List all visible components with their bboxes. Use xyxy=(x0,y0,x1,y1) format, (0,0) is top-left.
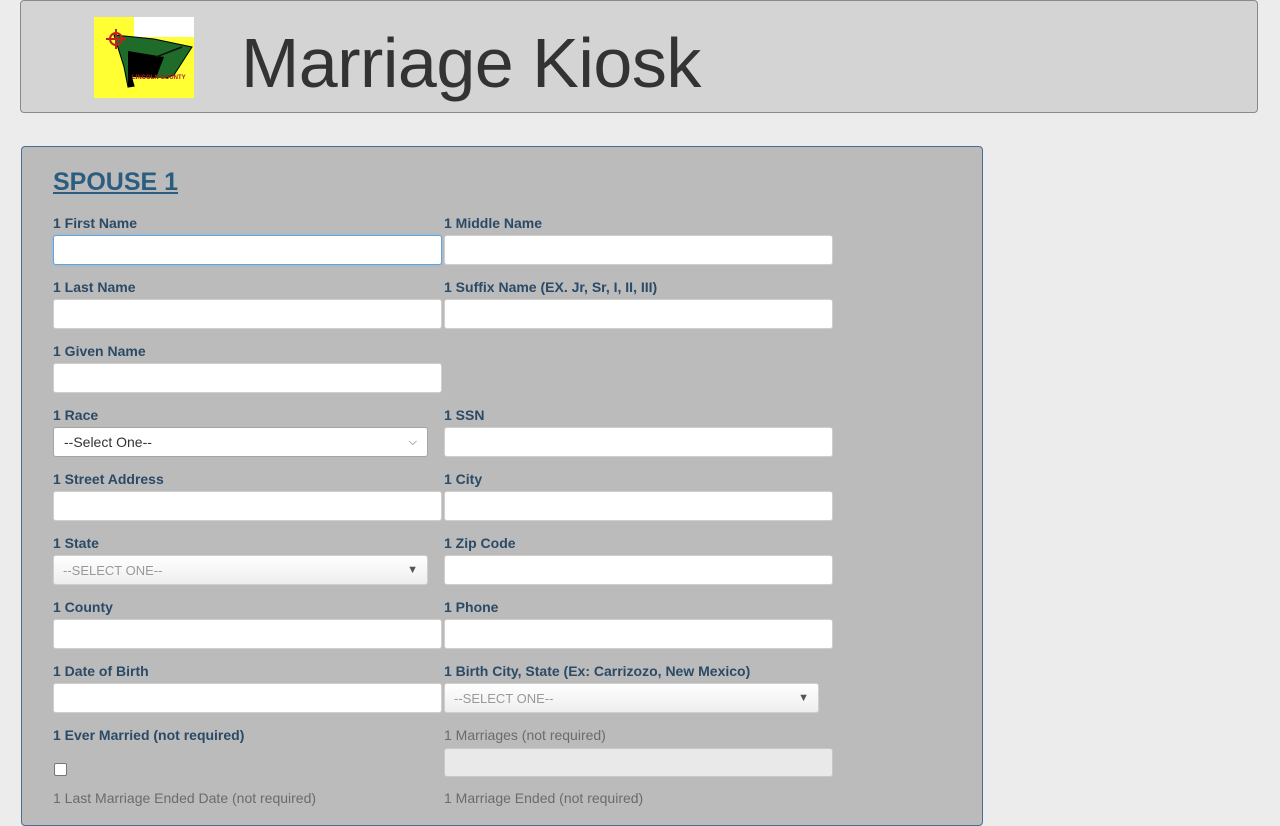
zip-code-input[interactable] xyxy=(444,555,833,585)
street-address-label: 1 Street Address xyxy=(53,471,164,487)
middle-name-label: 1 Middle Name xyxy=(444,215,543,231)
state-select[interactable]: --SELECT ONE-- ▼ xyxy=(53,555,428,585)
section-title: SPOUSE 1 xyxy=(53,168,179,196)
middle-name-input[interactable] xyxy=(444,235,833,265)
marriages-input[interactable] xyxy=(444,748,833,777)
app-header: LINCOLN COUNTY Marriage Kiosk xyxy=(20,0,1258,113)
marriages-label: 1 Marriages (not required) xyxy=(444,727,606,743)
suffix-name-input[interactable] xyxy=(444,299,833,329)
ever-married-label: 1 Ever Married (not required) xyxy=(53,727,245,743)
chevron-down-icon: ⌵ xyxy=(408,435,417,448)
given-name-label: 1 Given Name xyxy=(53,343,146,359)
first-name-input[interactable] xyxy=(53,235,442,265)
state-select-value: --SELECT ONE-- xyxy=(63,562,163,578)
county-label: 1 County xyxy=(53,599,113,615)
last-name-label: 1 Last Name xyxy=(53,279,136,295)
city-input[interactable] xyxy=(444,491,833,521)
first-name-label: 1 First Name xyxy=(53,215,138,231)
caret-down-icon: ▼ xyxy=(407,564,418,576)
suffix-name-label: 1 Suffix Name (EX. Jr, Sr, I, II, III) xyxy=(444,279,658,295)
ssn-label: 1 SSN xyxy=(444,407,485,423)
date-of-birth-input[interactable] xyxy=(53,683,442,713)
phone-label: 1 Phone xyxy=(444,599,499,615)
birth-city-label: 1 Birth City, State (Ex: Carrizozo, New … xyxy=(444,663,751,679)
street-address-input[interactable] xyxy=(53,491,442,521)
spouse-form-panel: SPOUSE 1 1 First Name 1 Middle Name 1 La… xyxy=(21,146,983,826)
city-label: 1 City xyxy=(444,471,483,487)
logo-text: LINCOLN COUNTY xyxy=(132,75,186,81)
phone-input[interactable] xyxy=(444,619,833,649)
date-of-birth-label: 1 Date of Birth xyxy=(53,663,149,679)
zip-code-label: 1 Zip Code xyxy=(444,535,516,551)
race-label: 1 Race xyxy=(53,407,99,423)
marriage-ended-label: 1 Marriage Ended (not required) xyxy=(444,790,644,806)
ssn-input[interactable] xyxy=(444,427,833,457)
last-name-input[interactable] xyxy=(53,299,442,329)
race-select-value: --Select One-- xyxy=(64,434,152,450)
race-select[interactable]: --Select One-- ⌵ xyxy=(53,427,428,457)
caret-down-icon: ▼ xyxy=(798,692,809,704)
state-label: 1 State xyxy=(53,535,99,551)
lincoln-county-logo: LINCOLN COUNTY xyxy=(94,17,194,98)
ever-married-checkbox[interactable] xyxy=(54,763,67,776)
county-input[interactable] xyxy=(53,619,442,649)
given-name-input[interactable] xyxy=(53,363,442,393)
last-marriage-ended-label: 1 Last Marriage Ended Date (not required… xyxy=(53,790,317,806)
birth-city-select[interactable]: --SELECT ONE-- ▼ xyxy=(444,683,819,713)
app-title: Marriage Kiosk xyxy=(241,24,701,102)
birth-city-select-value: --SELECT ONE-- xyxy=(454,690,554,706)
